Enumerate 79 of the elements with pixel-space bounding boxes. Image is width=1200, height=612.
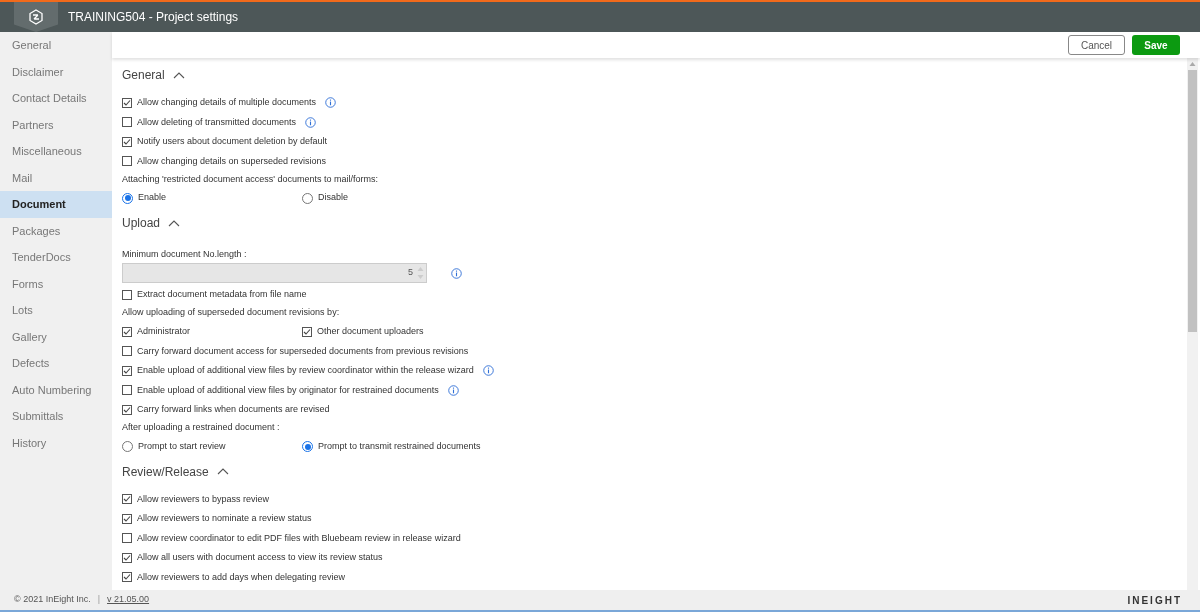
checked-checkbox[interactable] xyxy=(122,97,132,108)
chevron-up-icon[interactable] xyxy=(168,219,181,227)
checkbox-label: Enable upload of additional view files by originator for restrained documents xyxy=(137,383,439,397)
checked-checkbox[interactable] xyxy=(122,494,132,505)
checkbox[interactable] xyxy=(122,156,132,167)
checked-checkbox[interactable] xyxy=(122,572,132,583)
radio-button[interactable] xyxy=(302,192,313,204)
sidebar-item[interactable]: Auto Numbering xyxy=(0,376,112,403)
section-heading: Upload xyxy=(122,215,161,232)
section-heading: Review/Release xyxy=(122,463,209,481)
chevron-up-icon[interactable] xyxy=(216,468,229,475)
checkbox[interactable] xyxy=(122,289,132,300)
sidebar-item[interactable]: Disclaimer xyxy=(0,58,112,85)
sidebar-item[interactable]: Defects xyxy=(0,350,112,377)
sidebar-item[interactable]: Miscellaneous xyxy=(0,138,112,165)
checkbox-label: Administrator xyxy=(137,324,190,338)
sidebar-item[interactable]: General xyxy=(0,32,112,59)
checkbox-label: Allow changing details on superseded revisions xyxy=(137,154,327,168)
radio-label: Disable xyxy=(318,191,348,205)
sidebar-item[interactable]: History xyxy=(0,429,112,456)
cancel-button[interactable]: Cancel xyxy=(1068,35,1125,55)
checkbox-label: Notify users about document deletion by default xyxy=(137,135,328,148)
checkbox-label: Carry forward links when documents are revised xyxy=(137,403,330,416)
sidebar-item[interactable]: Mail xyxy=(0,164,112,191)
checked-checkbox[interactable] xyxy=(122,404,132,415)
checkbox-label: Allow deleting of transmitted documents xyxy=(137,115,297,129)
checkbox-label: Allow all users with document access to view its review status xyxy=(137,551,383,564)
checked-checkbox[interactable] xyxy=(122,326,132,337)
sidebar-item[interactable]: Forms xyxy=(0,270,112,297)
checkbox[interactable] xyxy=(122,117,132,128)
sidebar-item[interactable]: Partners xyxy=(0,111,112,138)
checkbox-label: Allow reviewers to add days when delegating review xyxy=(137,570,346,584)
radio-button[interactable] xyxy=(122,441,133,452)
checked-checkbox[interactable] xyxy=(122,513,132,524)
logo-icon xyxy=(28,9,44,25)
separator-text: | xyxy=(97,593,101,607)
info-icon[interactable] xyxy=(482,365,494,377)
checkbox-label: Allow reviewers to nominate a review status xyxy=(137,512,312,525)
field-label: After uploading a restrained document : xyxy=(122,421,280,435)
field-label: Allow uploading of superseded document revisions by: xyxy=(122,306,340,320)
field-label: Attaching 'restricted document access' documents to mail/forms: xyxy=(122,172,379,186)
info-icon[interactable] xyxy=(325,97,337,109)
radio-button[interactable] xyxy=(122,192,133,204)
radio-label: Prompt to transmit restrained documents xyxy=(318,439,481,453)
checkbox-label: Other document uploaders xyxy=(317,324,424,338)
checkbox[interactable] xyxy=(122,385,132,396)
radio-button[interactable] xyxy=(302,441,313,452)
checkbox[interactable] xyxy=(122,533,132,544)
window-title: TRAINING504 - Project settings xyxy=(68,9,239,26)
sidebar-item[interactable]: Packages xyxy=(0,217,112,244)
sidebar-item[interactable]: Gallery xyxy=(0,323,112,350)
info-icon[interactable] xyxy=(305,116,317,128)
version-link[interactable]: v 21.05.00 xyxy=(107,593,150,607)
checked-checkbox[interactable] xyxy=(122,552,132,563)
checkbox-label: Allow changing details of multiple documents xyxy=(137,96,317,109)
info-icon[interactable] xyxy=(447,384,459,396)
sidebar-item[interactable]: Submittals xyxy=(0,403,112,430)
scrollbar[interactable] xyxy=(1187,58,1198,590)
sidebar-item[interactable]: Document xyxy=(0,191,112,218)
save-button[interactable]: Save xyxy=(1132,35,1180,55)
checkbox-label: Enable upload of additional view files by review coordinator within the release wizard xyxy=(137,364,474,377)
sidebar-item[interactable]: TenderDocs xyxy=(0,244,112,271)
radio-label: Enable xyxy=(138,191,167,205)
chevron-up-icon[interactable] xyxy=(172,71,185,79)
copyright-text: © 2021 InEight Inc. xyxy=(14,593,91,607)
checkbox-label: Allow review coordinator to edit PDF files with Bluebeam review in release wizard xyxy=(137,531,461,545)
radio-label: Prompt to start review xyxy=(138,439,226,453)
checkbox-label: Allow reviewers to bypass review xyxy=(137,492,270,506)
checked-checkbox[interactable] xyxy=(122,365,132,376)
checkbox[interactable] xyxy=(122,346,132,357)
checked-checkbox[interactable] xyxy=(302,326,312,337)
checkbox-label: Carry forward document access for superseded documents from previous revisions xyxy=(137,344,469,358)
sidebar-item[interactable]: Contact Details xyxy=(0,85,112,112)
brand-logo: INEIGHT xyxy=(1127,593,1182,608)
field-label: Minimum document No.length : xyxy=(122,248,248,262)
checked-checkbox[interactable] xyxy=(122,136,132,147)
section-heading: General xyxy=(122,67,165,84)
sidebar-item[interactable]: Lots xyxy=(0,297,112,324)
checkbox-label: Extract document metadata from file name xyxy=(137,288,307,301)
